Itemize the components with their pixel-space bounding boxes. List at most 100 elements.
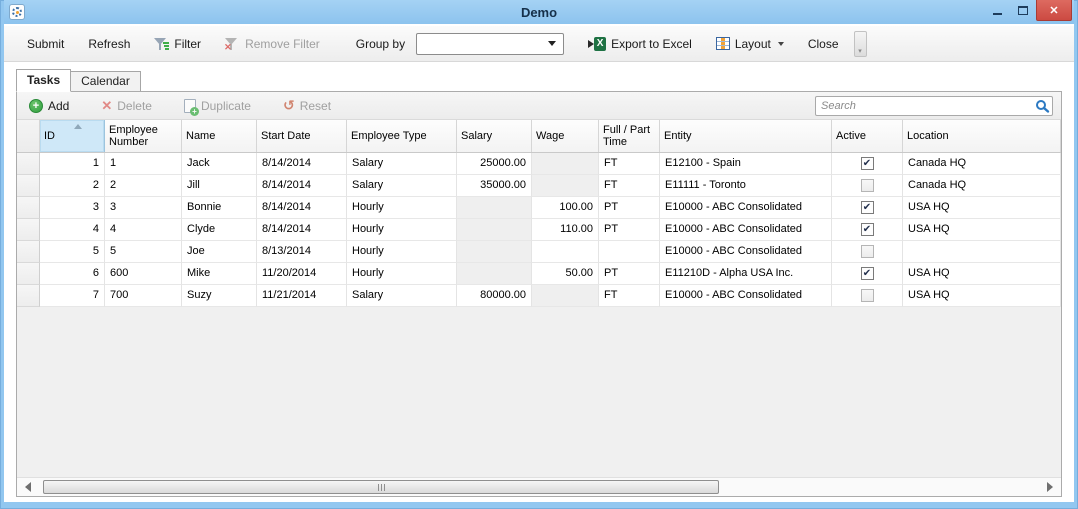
cell-salary[interactable]	[457, 197, 532, 219]
column-header-full-part[interactable]: Full / Part Time	[599, 120, 660, 152]
delete-button[interactable]: ✕ Delete	[101, 98, 152, 114]
cell-salary[interactable]	[457, 241, 532, 263]
column-header-employee-type[interactable]: Employee Type	[347, 120, 457, 152]
cell-start-date[interactable]: 8/14/2014	[257, 219, 347, 241]
cell-full-part[interactable]: PT	[599, 197, 660, 219]
cell-name[interactable]: Clyde	[182, 219, 257, 241]
row-indicator[interactable]	[17, 219, 40, 241]
cell-full-part[interactable]: FT	[599, 153, 660, 175]
cell-entity[interactable]: E10000 - ABC Consolidated	[660, 285, 832, 307]
cell-id[interactable]: 4	[40, 219, 105, 241]
submit-button[interactable]: Submit	[22, 33, 69, 55]
group-by-select[interactable]	[416, 33, 564, 55]
cell-id[interactable]: 7	[40, 285, 105, 307]
cell-wage[interactable]	[532, 153, 599, 175]
column-header-employee-number[interactable]: Employee Number	[105, 120, 182, 152]
filter-button[interactable]: Filter	[149, 33, 206, 55]
cell-wage[interactable]	[532, 241, 599, 263]
cell-name[interactable]: Suzy	[182, 285, 257, 307]
cell-salary[interactable]	[457, 263, 532, 285]
column-header-start-date[interactable]: Start Date	[257, 120, 347, 152]
cell-location[interactable]: Canada HQ	[903, 153, 1061, 175]
cell-start-date[interactable]: 11/21/2014	[257, 285, 347, 307]
cell-salary[interactable]	[457, 219, 532, 241]
cell-full-part[interactable]: PT	[599, 219, 660, 241]
active-checkbox[interactable]: ✔	[861, 223, 874, 236]
maximize-button[interactable]	[1010, 0, 1036, 21]
active-checkbox[interactable]: ✔	[861, 201, 874, 214]
cell-wage[interactable]: 50.00	[532, 263, 599, 285]
cell-employee-type[interactable]: Salary	[347, 175, 457, 197]
row-indicator[interactable]	[17, 285, 40, 307]
column-header-name[interactable]: Name	[182, 120, 257, 152]
cell-start-date[interactable]: 11/20/2014	[257, 263, 347, 285]
column-header-id[interactable]: ID	[40, 120, 105, 152]
cell-employee-type[interactable]: Hourly	[347, 241, 457, 263]
cell-full-part[interactable]: FT	[599, 285, 660, 307]
cell-employee-number[interactable]: 2	[105, 175, 182, 197]
tab-calendar[interactable]: Calendar	[70, 71, 141, 91]
row-indicator[interactable]	[17, 263, 40, 285]
cell-location[interactable]	[903, 241, 1061, 263]
cell-id[interactable]: 5	[40, 241, 105, 263]
cell-id[interactable]: 3	[40, 197, 105, 219]
row-indicator[interactable]	[17, 153, 40, 175]
cell-location[interactable]: Canada HQ	[903, 175, 1061, 197]
horizontal-scrollbar[interactable]	[17, 477, 1061, 496]
cell-salary[interactable]: 25000.00	[457, 153, 532, 175]
cell-entity[interactable]: E12100 - Spain	[660, 153, 832, 175]
cell-location[interactable]: USA HQ	[903, 285, 1061, 307]
cell-employee-number[interactable]: 1	[105, 153, 182, 175]
active-checkbox[interactable]: ✔	[861, 157, 874, 170]
close-toolbar-button[interactable]: Close	[803, 33, 844, 55]
cell-full-part[interactable]	[599, 241, 660, 263]
cell-id[interactable]: 2	[40, 175, 105, 197]
minimize-button[interactable]	[984, 0, 1010, 21]
cell-wage[interactable]	[532, 175, 599, 197]
cell-location[interactable]: USA HQ	[903, 219, 1061, 241]
cell-employee-number[interactable]: 5	[105, 241, 182, 263]
scroll-right-icon[interactable]	[1047, 482, 1053, 492]
cell-entity[interactable]: E10000 - ABC Consolidated	[660, 197, 832, 219]
close-button[interactable]: ✕	[1036, 0, 1072, 21]
cell-location[interactable]: USA HQ	[903, 197, 1061, 219]
cell-employee-type[interactable]: Hourly	[347, 219, 457, 241]
cell-wage[interactable]: 100.00	[532, 197, 599, 219]
scroll-left-icon[interactable]	[25, 482, 31, 492]
tab-tasks[interactable]: Tasks	[16, 69, 71, 92]
active-checkbox[interactable]	[861, 289, 874, 302]
cell-id[interactable]: 1	[40, 153, 105, 175]
column-header-location[interactable]: Location	[903, 120, 1061, 152]
cell-name[interactable]: Jack	[182, 153, 257, 175]
active-checkbox[interactable]: ✔	[861, 267, 874, 280]
column-header-entity[interactable]: Entity	[660, 120, 832, 152]
cell-id[interactable]: 6	[40, 263, 105, 285]
refresh-button[interactable]: Refresh	[83, 33, 135, 55]
add-button[interactable]: + Add	[29, 99, 69, 113]
cell-employee-number[interactable]: 700	[105, 285, 182, 307]
cell-employee-type[interactable]: Hourly	[347, 263, 457, 285]
cell-employee-number[interactable]: 4	[105, 219, 182, 241]
cell-entity[interactable]: E11210D - Alpha USA Inc.	[660, 263, 832, 285]
cell-employee-type[interactable]: Hourly	[347, 197, 457, 219]
active-checkbox[interactable]	[861, 245, 874, 258]
cell-name[interactable]: Jill	[182, 175, 257, 197]
cell-salary[interactable]: 80000.00	[457, 285, 532, 307]
cell-employee-type[interactable]: Salary	[347, 285, 457, 307]
column-header-salary[interactable]: Salary	[457, 120, 532, 152]
toolbar-overflow-button[interactable]: ▾	[854, 31, 867, 57]
cell-employee-number[interactable]: 600	[105, 263, 182, 285]
scrollbar-thumb[interactable]	[43, 480, 719, 494]
column-header-wage[interactable]: Wage	[532, 120, 599, 152]
cell-full-part[interactable]: FT	[599, 175, 660, 197]
cell-start-date[interactable]: 8/14/2014	[257, 197, 347, 219]
cell-employee-type[interactable]: Salary	[347, 153, 457, 175]
cell-start-date[interactable]: 8/14/2014	[257, 175, 347, 197]
column-header-active[interactable]: Active	[832, 120, 903, 152]
layout-button[interactable]: Layout	[711, 33, 789, 55]
cell-wage[interactable]	[532, 285, 599, 307]
cell-salary[interactable]: 35000.00	[457, 175, 532, 197]
row-indicator[interactable]	[17, 241, 40, 263]
cell-entity[interactable]: E10000 - ABC Consolidated	[660, 219, 832, 241]
cell-name[interactable]: Bonnie	[182, 197, 257, 219]
